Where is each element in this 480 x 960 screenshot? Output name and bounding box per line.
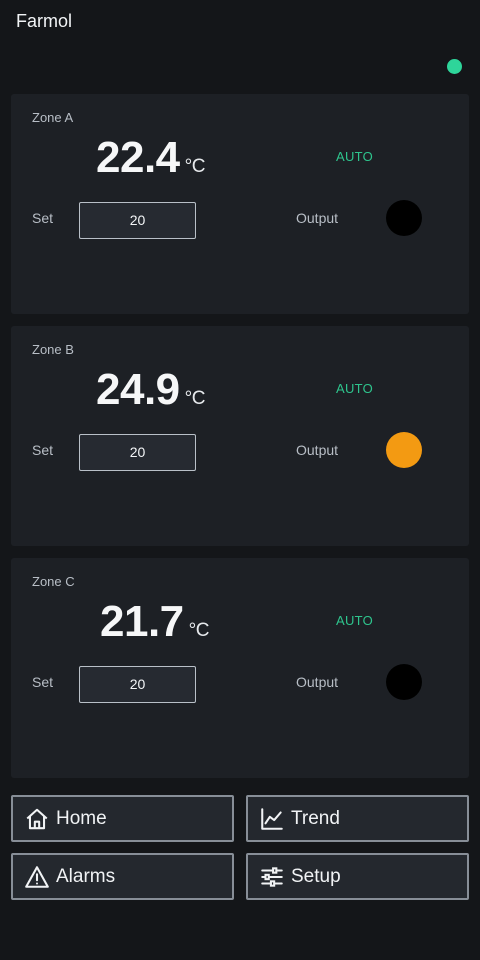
output-label: Output (296, 442, 339, 458)
trend-icon (261, 807, 283, 830)
temperature-value: 22.4 (96, 133, 180, 182)
warning-icon (25, 865, 49, 888)
mode-badge: AUTO (336, 149, 374, 164)
trend-button[interactable]: Trend (246, 795, 469, 842)
mode-badge: AUTO (336, 381, 374, 396)
setup-button-label: Setup (291, 865, 341, 887)
zone-temperature-reading: 24.9 °C (96, 365, 205, 415)
temperature-unit: °C (184, 388, 206, 409)
zone-temperature-reading: 21.7 °C (100, 597, 209, 647)
setpoint-label: Set (32, 442, 54, 458)
temperature-unit: °C (188, 620, 210, 641)
alarms-button[interactable]: Alarms (11, 853, 234, 900)
mode-badge: AUTO (336, 613, 374, 628)
zone-card-b: Zone B 24.9 °C AUTO Set 20 Output (11, 326, 469, 546)
alarms-button-label: Alarms (56, 865, 116, 887)
temperature-unit: °C (184, 156, 206, 177)
setpoint-input[interactable]: 20 (79, 434, 196, 471)
output-indicator (386, 664, 422, 700)
setpoint-label: Set (32, 210, 54, 226)
setup-button[interactable]: Setup (246, 853, 469, 900)
zone-name: Zone B (32, 342, 74, 357)
zone-card-c: Zone C 21.7 °C AUTO Set 20 Output (11, 558, 469, 778)
connection-status-indicator (447, 59, 462, 74)
zone-name: Zone C (32, 574, 75, 589)
home-icon (26, 808, 48, 829)
sliders-icon (261, 866, 283, 887)
output-indicator (386, 200, 422, 236)
setpoint-input[interactable]: 20 (79, 666, 196, 703)
zone-card-a: Zone A 22.4 °C AUTO Set 20 Output (11, 94, 469, 314)
setpoint-label: Set (32, 674, 54, 690)
output-label: Output (296, 210, 339, 226)
home-button[interactable]: Home (11, 795, 234, 842)
temperature-value: 24.9 (96, 365, 180, 414)
output-label: Output (296, 674, 339, 690)
home-button-label: Home (56, 807, 107, 829)
app-title: Farmol (16, 11, 73, 31)
zone-name: Zone A (32, 110, 74, 125)
setpoint-input[interactable]: 20 (79, 202, 196, 239)
zone-temperature-reading: 22.4 °C (96, 133, 205, 183)
output-indicator (386, 432, 422, 468)
trend-button-label: Trend (291, 807, 340, 829)
temperature-value: 21.7 (100, 597, 184, 646)
